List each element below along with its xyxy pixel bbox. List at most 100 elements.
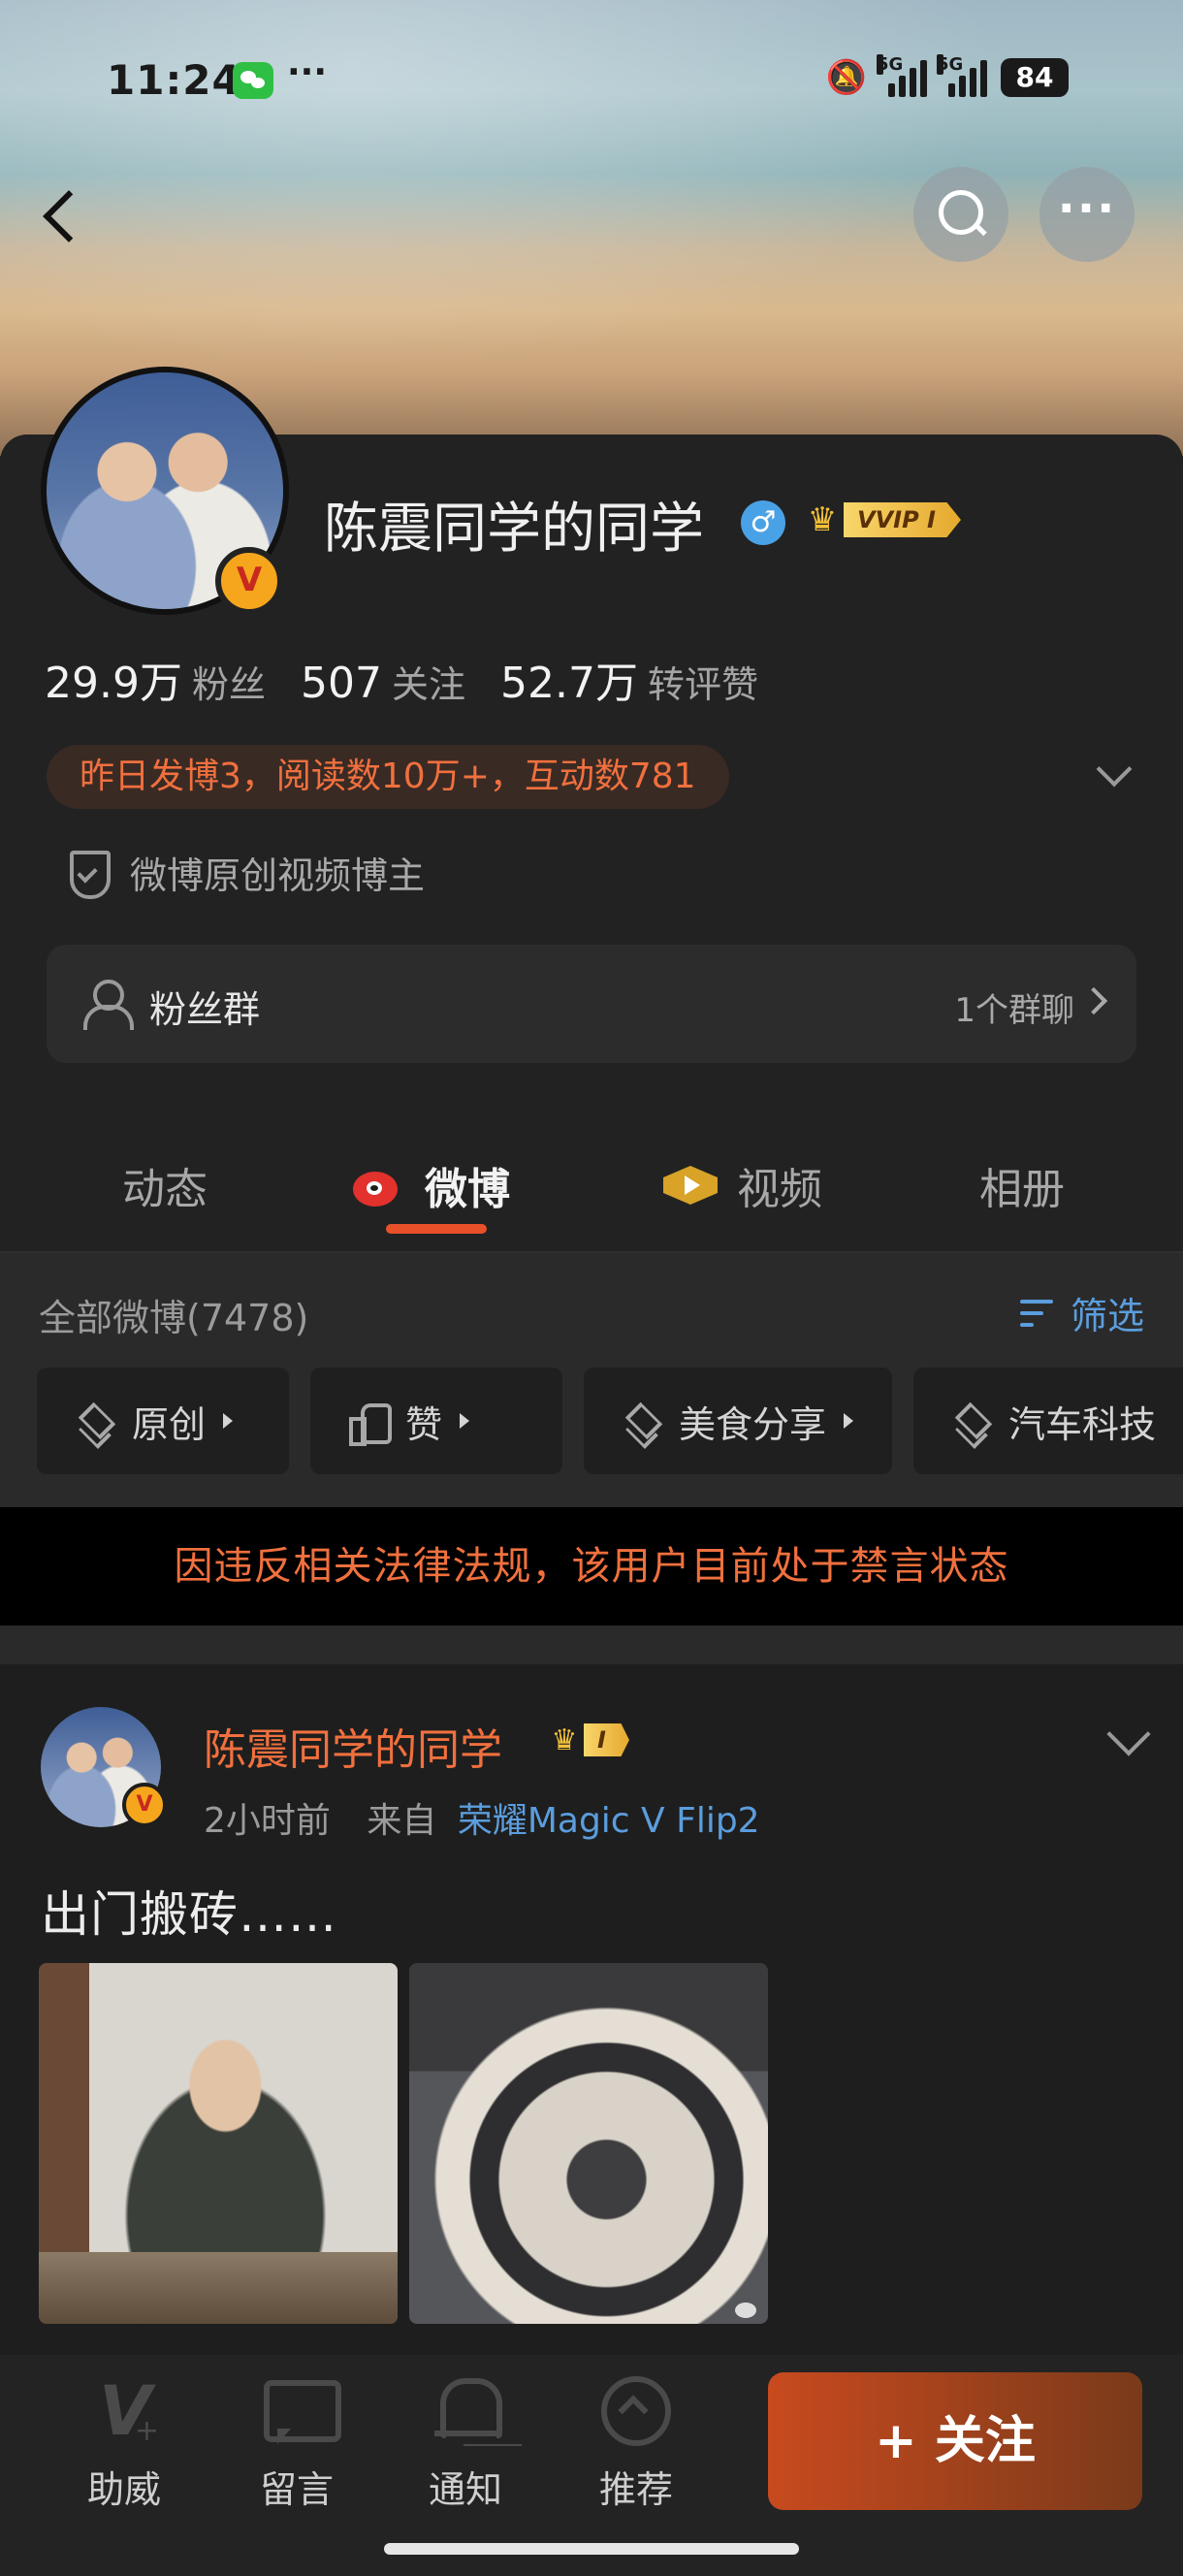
verified-v-badge: V [122,1783,167,1827]
post-time: 2小时前 [204,1801,331,1841]
chip-label: 原创 [132,1402,207,1446]
post-source-prefix: 来自 [367,1801,437,1841]
signal-icon-1: 5G [877,54,927,97]
chip-car-tech[interactable]: 汽车科技 [913,1368,1183,1474]
weibo-logo-icon [351,1160,409,1210]
caret-right-icon [460,1413,470,1429]
chip-label: 赞 [405,1402,443,1446]
stat-value: 507 [300,659,382,708]
stat-followers[interactable]: 29.9万 粉丝 [45,648,266,710]
stat-label: 关注 [391,663,465,706]
message-label: 留言 [259,2468,334,2511]
vip-badge[interactable]: ♛ I [545,1719,629,1761]
group-icon [80,980,134,1030]
thumbs-up-icon [349,1401,392,1446]
post-source-device[interactable]: 荣耀Magic V Flip2 [458,1801,760,1841]
home-indicator[interactable] [384,2543,799,2555]
tab-dynamic[interactable]: 动态 [122,1154,208,1216]
section-separator [0,1626,1183,1664]
status-bar: 11:24 ··· 🔕 5G 5G 84 [0,47,1183,114]
network-type-2: 5G [937,54,964,75]
post-card[interactable]: V 陈震同学的同学 ♛ I 2小时前 来自 荣耀Magic V Flip2 出门… [0,1664,1183,2372]
tab-album[interactable]: 相册 [979,1154,1065,1216]
shield-icon [66,849,111,899]
recommend-button[interactable]: 推荐 [578,2372,694,2513]
filter-icon [1019,1294,1063,1333]
tab-label: 动态 [122,1165,208,1214]
more-notifications-icon: ··· [287,52,328,92]
stat-label: 粉丝 [191,663,266,706]
post-photo-1[interactable] [39,1963,398,2324]
profile-stats: 29.9万 粉丝 507 关注 52.7万 转评赞 [45,648,758,710]
fan-group-count: 1个群聊 [954,991,1074,1030]
status-time: 11:24 [107,56,241,104]
all-posts-count: 全部微博(7478) [39,1297,309,1339]
wechat-notification-icon [233,62,273,99]
caret-right-icon [223,1413,234,1429]
status-indicators: 🔕 5G 5G 84 [825,54,1069,97]
profile-username: 陈震同学的同学 [324,498,704,561]
message-button[interactable]: 留言 [239,2372,355,2513]
fan-group-label: 粉丝群 [149,988,261,1031]
post-meta: 2小时前 来自 荣耀Magic V Flip2 [204,1792,760,1843]
stat-following[interactable]: 507 关注 [301,655,465,708]
chip-liked[interactable]: 赞 [310,1368,562,1474]
category-chips: 原创 赞 美食分享 汽车科技 [37,1368,1183,1474]
profile-tabs: 动态 微博 视频 相册 [0,1135,1183,1251]
filter-button[interactable]: 筛选 [1019,1286,1144,1339]
cheer-label: 助威 [86,2468,161,2511]
crown-icon: ♛ [551,1723,578,1757]
vvip-label: VVIP I [844,502,961,537]
post-author-name[interactable]: 陈震同学的同学 [204,1715,502,1777]
ban-notice: 因违反相关法律法规，该用户目前处于禁言状态 [0,1507,1183,1626]
post-menu-chevron-icon[interactable] [1105,1719,1148,1761]
filter-label: 筛选 [1070,1295,1144,1337]
stat-interactions[interactable]: 52.7万 转评赞 [500,648,758,710]
recommend-label: 推荐 [598,2468,673,2511]
fan-group-row[interactable]: 粉丝群 1个群聊 [47,945,1136,1063]
chip-food-sharing[interactable]: 美食分享 [584,1368,893,1474]
more-options-button[interactable]: ··· [1039,167,1135,262]
message-icon [258,2372,341,2450]
caret-right-icon [844,1413,854,1429]
filter-area: 全部微博(7478) 筛选 原创 赞 美食分享 汽车科技 [0,1253,1183,1507]
tab-label: 视频 [737,1165,822,1214]
active-tab-indicator [386,1224,487,1234]
tab-weibo[interactable]: 微博 [351,1154,510,1216]
network-type-1: 5G [877,54,904,75]
battery-indicator: 84 [1001,58,1069,97]
layers-icon [623,1401,661,1440]
tab-video[interactable]: 视频 [659,1154,822,1216]
mute-icon: 🔕 [825,58,867,97]
expand-profile-chevron-icon[interactable] [1096,757,1129,789]
post-photo-2[interactable] [409,1963,768,2324]
tab-label: 微博 [425,1165,510,1214]
cheer-v-icon [85,2372,163,2450]
layers-icon [76,1401,114,1440]
verified-v-badge: V [215,547,283,615]
chip-original[interactable]: 原创 [37,1368,289,1474]
cheer-button[interactable]: 助威 [66,2372,182,2513]
notify-button[interactable]: 通知 [407,2372,524,2513]
vvip-badge[interactable]: ♛ VVIP I [801,497,961,543]
search-button[interactable] [913,167,1008,262]
chevron-right-icon [1079,986,1108,1015]
certification[interactable]: 微博原创视频博主 [66,846,425,899]
post-text: 出门搬砖…… [41,1886,337,1943]
stat-label: 转评赞 [647,663,758,706]
activity-summary[interactable]: 昨日发博3，阅读数10万+，互动数781 [47,745,729,809]
chip-label: 汽车科技 [1008,1402,1157,1446]
weibo-watermark-icon [735,2302,756,2318]
male-gender-icon: ♂ [741,500,785,545]
layers-icon [952,1401,991,1440]
signal-icon-2: 5G [937,54,987,97]
bell-icon [427,2372,504,2450]
recommend-icon [597,2372,675,2450]
follow-button[interactable]: + 关注 [768,2372,1142,2510]
profile-page: 11:24 ··· 🔕 5G 5G 84 ··· V 陈震同学的同学 ♂ ♛ V… [0,0,1183,2576]
video-icon [659,1162,721,1208]
back-button[interactable] [35,175,93,252]
stat-value: 52.7万 [499,659,638,708]
vip-label: I [584,1723,629,1756]
notify-label: 通知 [428,2468,502,2511]
